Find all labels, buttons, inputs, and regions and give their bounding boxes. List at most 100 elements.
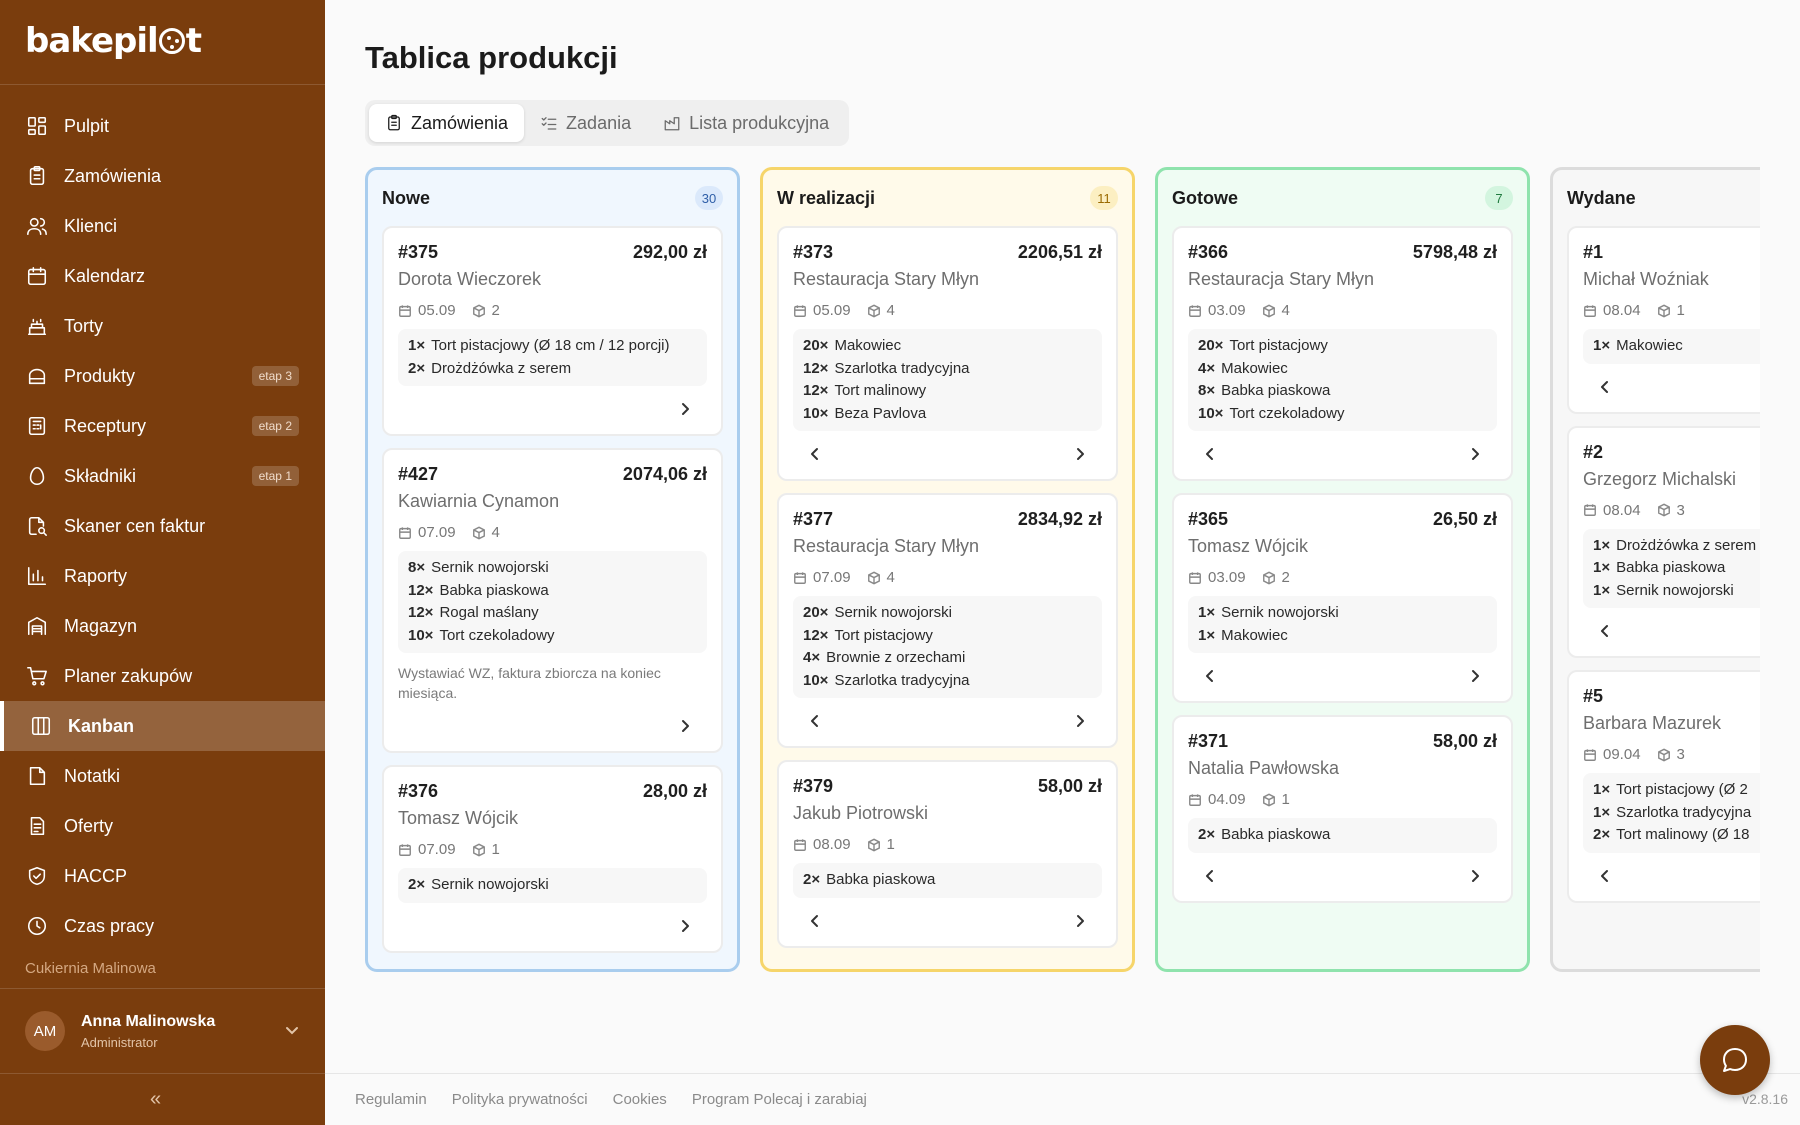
- chevron-right-icon[interactable]: [677, 718, 693, 734]
- item-name: Tort czekoladowy: [1229, 404, 1345, 422]
- item-quantity: 2×: [803, 871, 821, 888]
- order-meta: 09.04 3: [1583, 746, 1760, 763]
- tab-zamowienia[interactable]: Zamówienia: [369, 104, 525, 142]
- list-item: 1× Tort pistacjowy (Ø 2: [1593, 779, 1760, 802]
- chevron-left-icon[interactable]: [807, 913, 823, 929]
- chevron-right-icon[interactable]: [1467, 446, 1483, 462]
- sidebar-item-label: Skaner cen faktur: [64, 515, 206, 536]
- footer-link-regulamin[interactable]: Regulamin: [355, 1091, 427, 1108]
- order-card[interactable]: #379 58,00 zł Jakub Piotrowski 08.09 1 2× Babk…: [777, 760, 1118, 948]
- sidebar-item-pulpit[interactable]: Pulpit: [0, 101, 325, 151]
- calendar-icon: [1189, 793, 1201, 806]
- package-count: 3: [1676, 501, 1685, 519]
- item-name: Makowiec: [1221, 626, 1288, 644]
- item-name: Brownie z orzechami: [826, 649, 966, 666]
- list-item: 2× Babka piaskowa: [1198, 824, 1487, 847]
- order-card[interactable]: #371 58,00 zł Natalia Pawłowska 04.09 1 2× Bab…: [1172, 715, 1513, 903]
- list-item: 2× Sernik nowojorski: [408, 874, 697, 897]
- chevron-right-icon[interactable]: [1467, 668, 1483, 684]
- order-card[interactable]: #377 2834,92 zł Restauracja Stary Młyn 07.0…: [777, 493, 1118, 748]
- order-card[interactable]: #1 Michał Woźniak 08.04 1 1× Makowiec: [1567, 226, 1760, 414]
- sidebar-item-magazyn[interactable]: Magazyn: [0, 601, 325, 651]
- tab-lista-produkcyjna[interactable]: Lista produkcyjna: [647, 104, 845, 142]
- sidebar-item-czas-pracy[interactable]: Czas pracy: [0, 901, 325, 951]
- package-icon: [472, 526, 485, 539]
- chevron-left-icon[interactable]: [807, 713, 823, 729]
- app-version: v2.8.16: [1742, 1091, 1788, 1107]
- sidebar-item-receptury[interactable]: Receptury etap 2: [0, 401, 325, 451]
- bakepilot-logo[interactable]: bakepil t: [25, 20, 202, 62]
- sidebar-nav: Pulpit Zamówienia Klienci Kalendarz Torty Pro…: [0, 101, 325, 951]
- item-name: Tort czekoladowy: [439, 626, 555, 644]
- chevron-down-icon[interactable]: [284, 1022, 300, 1038]
- kanban-column-nowe: Nowe 30 #375 292,00 zł Dorota Wieczorek 05.09…: [365, 167, 740, 972]
- chevron-left-icon[interactable]: [807, 446, 823, 462]
- tab-zadania[interactable]: Zadania: [524, 104, 647, 142]
- order-amount: 28,00 zł: [642, 781, 707, 801]
- sidebar-item-raporty[interactable]: Raporty: [0, 551, 325, 601]
- order-card[interactable]: #373 2206,51 zł Restauracja Stary Młyn 05.0…: [777, 226, 1118, 481]
- chevron-right-icon[interactable]: [1072, 446, 1088, 462]
- item-name: Tort pistacjowy: [1229, 337, 1328, 354]
- order-card[interactable]: #376 28,00 zł Tomasz Wójcik 07.09 1 2× Sernik …: [382, 765, 723, 953]
- sidebar-item-składniki[interactable]: Składniki etap 1: [0, 451, 325, 501]
- chevron-right-icon[interactable]: [1072, 913, 1088, 929]
- order-card[interactable]: #5 Barbara Mazurek 09.04 3 1× Tort pistacjowy…: [1567, 670, 1760, 903]
- order-date: 09.04: [1603, 746, 1641, 763]
- order-number: #365: [1188, 509, 1229, 529]
- client-name: Michał Woźniak: [1583, 269, 1709, 289]
- card-move-controls: [793, 439, 1102, 469]
- order-card[interactable]: #375 292,00 zł Dorota Wieczorek 05.09 2 1× Tor…: [382, 226, 723, 436]
- sidebar-item-produkty[interactable]: Produkty etap 3: [0, 351, 325, 401]
- chevron-left-icon[interactable]: [1202, 668, 1218, 684]
- item-quantity: 1×: [1593, 536, 1611, 554]
- list-item: 8× Sernik nowojorski: [408, 557, 697, 580]
- client-name: Jakub Piotrowski: [793, 803, 929, 823]
- sidebar-item-planer-zakupów[interactable]: Planer zakupów: [0, 651, 325, 701]
- card-move-controls: [398, 911, 707, 941]
- client-name: Grzegorz Michalski: [1583, 468, 1737, 489]
- order-card[interactable]: #427 2074,06 zł Kawiarnia Cynamon 07.09 4 8× S…: [382, 448, 723, 753]
- sidebar-item-haccp[interactable]: HACCP: [0, 851, 325, 901]
- user-menu[interactable]: AM Anna Malinowska Administrator: [25, 1010, 300, 1052]
- order-card[interactable]: #366 5798,48 zł Restauracja Stary Młyn 03.0…: [1172, 226, 1513, 481]
- item-name: Sernik nowojorski: [1221, 604, 1339, 621]
- package-count: 4: [1281, 302, 1290, 319]
- sidebar-item-torty[interactable]: Torty: [0, 301, 325, 351]
- order-items: 2× Sernik nowojorski: [398, 868, 707, 903]
- sidebar-item-kalendarz[interactable]: Kalendarz: [0, 251, 325, 301]
- package-icon: [472, 843, 485, 856]
- calendar-icon: [399, 843, 411, 856]
- collapse-sidebar-button[interactable]: «: [150, 1088, 161, 1111]
- item-name: Makowiec: [1221, 359, 1288, 377]
- chevron-right-icon[interactable]: [1467, 868, 1483, 884]
- chevron-left-icon[interactable]: [1202, 868, 1218, 884]
- chevron-right-icon[interactable]: [677, 401, 693, 417]
- column-header: W realizacji 11: [763, 170, 1132, 226]
- sidebar-item-notatki[interactable]: Notatki: [0, 751, 325, 801]
- chevron-left-icon[interactable]: [1597, 868, 1613, 884]
- calendar-icon: [1584, 304, 1596, 317]
- chevron-left-icon[interactable]: [1597, 379, 1613, 395]
- footer-link-referral[interactable]: Program Polecaj i zarabiaj: [692, 1091, 867, 1108]
- list-item: 10× Beza Pavlova: [803, 403, 1092, 426]
- chevron-left-icon[interactable]: [1597, 623, 1613, 639]
- item-name: Drożdżówka z serem: [431, 359, 572, 377]
- chat-button[interactable]: [1700, 1025, 1770, 1095]
- chevron-left-icon[interactable]: [1202, 446, 1218, 462]
- footer-link-cookies[interactable]: Cookies: [613, 1091, 667, 1108]
- sidebar-divider: [0, 1073, 325, 1074]
- chevron-right-icon[interactable]: [1072, 713, 1088, 729]
- sidebar-item-zamówienia[interactable]: Zamówienia: [0, 151, 325, 201]
- sidebar-item-oferty[interactable]: Oferty: [0, 801, 325, 851]
- sidebar-item-kanban[interactable]: Kanban: [0, 701, 325, 751]
- order-card[interactable]: #2 Grzegorz Michalski 08.04 3 1× Drożdżówka z…: [1567, 425, 1760, 658]
- sidebar-item-skaner-cen-faktur[interactable]: Skaner cen faktur: [0, 501, 325, 551]
- footer-link-privacy[interactable]: Polityka prywatności: [452, 1091, 588, 1108]
- item-quantity: 4×: [803, 649, 821, 666]
- order-card[interactable]: #365 26,50 zł Tomasz Wójcik 03.09 2 1× Sernik …: [1172, 493, 1513, 703]
- order-amount: 26,50 zł: [1432, 509, 1497, 529]
- sidebar-item-klienci[interactable]: Klienci: [0, 201, 325, 251]
- item-name: Sernik nowojorski: [834, 604, 952, 621]
- chevron-right-icon[interactable]: [677, 918, 693, 934]
